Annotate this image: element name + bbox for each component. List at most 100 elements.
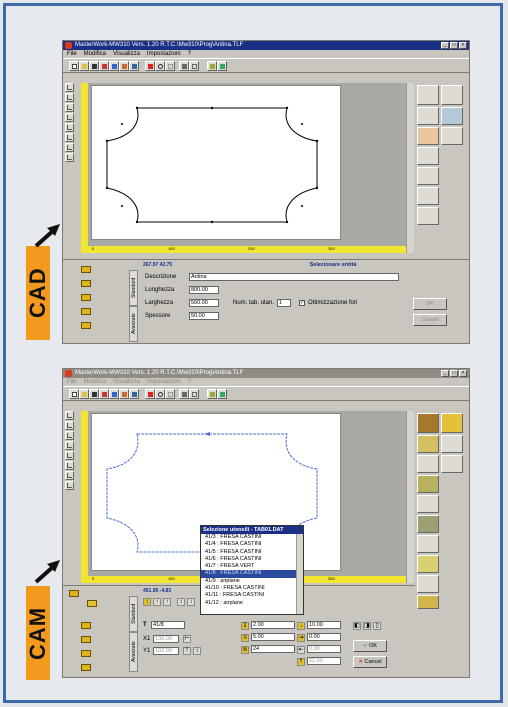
feed-field[interactable]: 10.00 [307,621,341,629]
zoom-tool-icon[interactable] [441,455,463,473]
dropdown-item[interactable]: 41/7 : FRESA VERT [201,563,303,570]
ok-button[interactable]: ✓ OK [353,640,387,652]
arc-tool-icon[interactable] [65,103,74,112]
menu-help[interactable]: ? [188,378,191,386]
tool-icon-c[interactable] [119,61,129,71]
dropdown-item[interactable]: 41/5 : FRESA CASTINI [201,549,303,556]
tool-icon-e[interactable] [207,389,217,399]
slope-tool-icon[interactable] [65,133,74,142]
close-button[interactable]: × [459,42,467,49]
y1-opt-icon[interactable]: ↕ [193,647,201,655]
dim-tool-icon[interactable] [65,143,74,152]
tree-item[interactable] [81,322,91,329]
tab-standard[interactable]: Standard [129,270,138,306]
angle-cut-tool-icon[interactable] [417,207,439,225]
hatch-tool-icon[interactable] [417,127,439,145]
tool-icon-a[interactable] [99,389,109,399]
drill-tool-icon[interactable] [417,167,439,185]
zoom-tool-icon[interactable] [441,127,463,145]
circle-drill-tool-icon[interactable] [417,495,439,513]
cam-scrollbar[interactable] [406,411,414,583]
bevel-tool-icon[interactable] [417,187,439,205]
angle-cut-tool-icon[interactable] [417,555,439,573]
menu-visualizza[interactable]: Visualizza [113,378,140,386]
tool-icon-b[interactable] [109,61,119,71]
dropdown-item[interactable]: 41/9 : airplane [201,578,303,585]
pocket-tool-icon[interactable] [417,435,439,453]
direction-d-icon[interactable]: ↕ [177,598,185,606]
corner-tool-icon[interactable] [417,147,439,165]
num-tab-field[interactable]: 1 [277,299,291,307]
undo-icon[interactable] [155,389,165,399]
tool-icon-d[interactable] [129,61,139,71]
cancel-button[interactable]: Cancel [413,314,447,326]
menu-impostazioni[interactable]: Impostazioni [147,50,181,58]
menu-impostazioni[interactable]: Impostazioni [147,378,181,386]
step-field[interactable]: 5.00 [251,633,295,641]
tree-item[interactable] [81,664,91,671]
dropdown-scrollbar[interactable] [296,534,303,614]
y1-mode-icon[interactable]: ⊤ [183,647,191,655]
grid-tool-icon[interactable] [65,411,74,420]
save-icon[interactable] [89,389,99,399]
cut-tool-icon[interactable] [417,515,439,533]
tree-item[interactable] [81,308,91,315]
larghezza-field[interactable]: 500.00 [189,299,219,307]
undo-icon[interactable] [155,61,165,71]
tree-item[interactable] [81,636,91,643]
direction-c-icon[interactable]: ↑ [163,598,171,606]
chamfer-tool-icon[interactable] [65,451,74,460]
pattern-tool-icon[interactable] [65,153,74,162]
line-tool-icon[interactable] [65,421,74,430]
menu-modifica[interactable]: Modifica [84,50,106,58]
minimize-button[interactable]: _ [441,42,449,49]
y1-field[interactable]: 102.00 [153,647,179,655]
descrizione-field[interactable]: Antina [189,273,399,281]
spessore-field[interactable]: 50.00 [189,312,219,320]
delete-icon[interactable] [145,61,155,71]
open-folder-icon[interactable] [79,389,89,399]
menu-modifica[interactable]: Modifica [84,378,106,386]
cad-scrollbar[interactable] [406,83,414,253]
save-icon[interactable] [89,61,99,71]
dropdown-item[interactable]: 41/11 : FRESA CASTINI [201,592,303,599]
ok-button[interactable]: OK [413,298,447,310]
side-c-icon[interactable]: ▯ [373,622,381,630]
menu-file[interactable]: File [67,378,77,386]
tree-item[interactable] [81,622,91,629]
preview-icon[interactable] [189,389,199,399]
tool-selection-dropdown[interactable]: Selezione utensili - TAB01.DAT 41/3 : FR… [200,525,304,615]
height-field[interactable]: 22.00 [307,657,341,665]
cad-canvas[interactable] [91,85,341,240]
tree-item-selected[interactable] [87,600,97,607]
grid-tool-icon[interactable] [65,83,74,92]
angle-tool-icon[interactable] [65,113,74,122]
arc-cut-tool-icon[interactable] [417,575,439,593]
tree-item[interactable] [81,650,91,657]
bevel-tool-icon[interactable] [417,535,439,553]
tool-icon-c[interactable] [119,389,129,399]
layers-tool-icon[interactable] [441,435,463,453]
slope-tool-icon[interactable] [65,461,74,470]
side-b-icon[interactable]: ◨ [363,622,371,630]
direction-a-icon[interactable]: ↑ [143,598,151,606]
dropdown-item[interactable]: 41/6 : FRESA CASTINI [201,556,303,563]
ottimizzazione-checkbox[interactable]: ✓ [299,300,305,306]
tab-avanzate[interactable]: Avanzate [129,632,138,672]
side-a-icon[interactable]: ◧ [353,622,361,630]
print-icon[interactable] [179,61,189,71]
tool-icon-f[interactable] [217,61,227,71]
offset-field[interactable]: 0.00 [307,633,341,641]
cancel-button[interactable]: ✕ Cancel [353,656,387,668]
saw-tool-icon[interactable] [417,475,439,493]
depth-field[interactable]: 2.00 [251,621,295,629]
maximize-button[interactable]: □ [450,42,458,49]
dropdown-item-selected[interactable]: 41/8 : FRESA CASTINI [201,570,303,578]
open-folder-icon[interactable] [79,61,89,71]
preview-icon[interactable] [189,61,199,71]
layers-tool-icon[interactable] [441,107,463,125]
direction-e-icon[interactable]: ↕ [187,598,195,606]
new-file-icon[interactable] [69,61,79,71]
close-button[interactable]: × [459,370,467,377]
redo-icon[interactable] [165,61,175,71]
